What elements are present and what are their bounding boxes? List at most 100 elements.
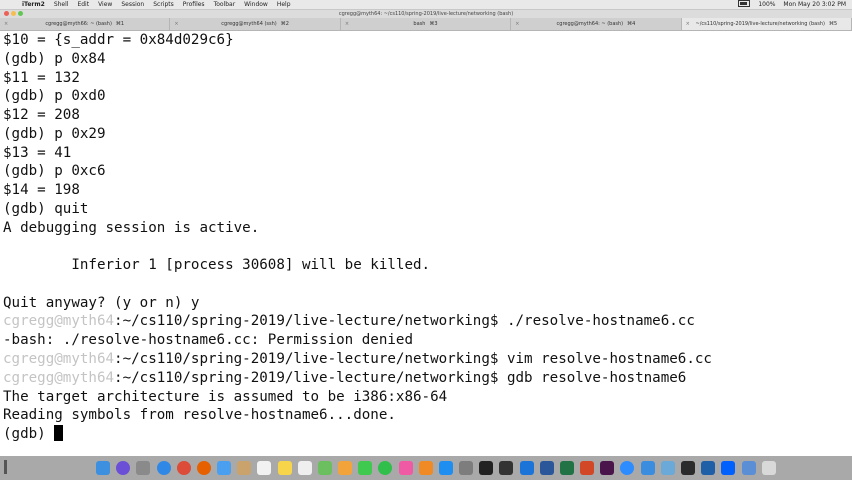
close-window-button[interactable] xyxy=(4,11,9,16)
menu-item-shell[interactable]: Shell xyxy=(54,1,69,8)
line-text: (gdb) p 0x29 xyxy=(3,125,106,142)
menu-clock[interactable]: Mon May 20 3:02 PM xyxy=(783,1,846,8)
messages-icon[interactable] xyxy=(358,461,373,475)
line-text: $14 = 198 xyxy=(3,182,80,199)
close-tab-icon[interactable]: × xyxy=(515,18,519,30)
tab-shortcut: ⌘3 xyxy=(429,21,438,27)
tab-label: cgregg@myth64: ~ (bash) xyxy=(556,21,624,27)
tab-label: cgregg@myth66: ~ (bash) xyxy=(45,21,112,27)
siri-icon[interactable] xyxy=(116,461,131,475)
tab-1[interactable]: × cgregg@myth66: ~ (bash) ⌘1 xyxy=(0,18,171,30)
app-store-icon[interactable] xyxy=(438,461,453,475)
line-text: $13 = 41 xyxy=(3,144,72,161)
launchpad-icon[interactable] xyxy=(136,461,151,475)
calendar-icon[interactable] xyxy=(257,461,272,475)
menu-item-edit[interactable]: Edit xyxy=(77,1,89,8)
terminal-icon[interactable] xyxy=(479,461,494,475)
dropbox-icon[interactable] xyxy=(721,461,736,475)
ibooks-icon[interactable] xyxy=(418,461,433,475)
zoom-icon[interactable] xyxy=(620,461,635,475)
maps-icon[interactable] xyxy=(317,461,332,475)
menu-item-session[interactable]: Session xyxy=(121,1,144,8)
shell-prompt-line: cgregg@myth64:~/cs110/spring-2019/live-l… xyxy=(3,369,712,388)
close-tab-icon[interactable]: × xyxy=(686,18,690,30)
downloads-icon[interactable] xyxy=(741,461,756,475)
menu-item-profiles[interactable]: Profiles xyxy=(183,1,205,8)
slack-icon[interactable] xyxy=(600,461,615,475)
activity-monitor-icon[interactable] xyxy=(680,461,695,475)
tab-3[interactable]: × bash ⌘3 xyxy=(341,18,512,30)
notes-icon[interactable] xyxy=(277,461,292,475)
line-text: $12 = 208 xyxy=(3,107,80,124)
output-line: $13 = 41 xyxy=(3,144,712,163)
output-line: $11 = 132 xyxy=(3,69,712,88)
command-text: ./resolve-hostname6.cc xyxy=(506,313,695,330)
mail-icon[interactable] xyxy=(217,461,232,475)
menu-item-help[interactable]: Help xyxy=(277,1,291,8)
output-line: -bash: ./resolve-hostname6.cc: Permissio… xyxy=(3,331,712,350)
output-line: Reading symbols from resolve-hostname6..… xyxy=(3,406,712,425)
menu-item-toolbar[interactable]: Toolbar xyxy=(214,1,236,8)
output-line: Quit anyway? (y or n) y xyxy=(3,294,712,313)
preview-icon[interactable] xyxy=(660,461,675,475)
powerpoint-icon[interactable] xyxy=(580,461,595,475)
output-line: A debugging session is active. xyxy=(3,219,712,238)
excel-icon[interactable] xyxy=(559,461,574,475)
minimize-window-button[interactable] xyxy=(11,11,16,16)
line-text: Reading symbols from resolve-hostname6..… xyxy=(3,407,396,424)
system-preferences-icon[interactable] xyxy=(459,461,474,475)
tab-label: bash xyxy=(413,21,426,27)
line-text: Inferior 1 [process 30608] will be kille… xyxy=(3,257,431,274)
tab-2[interactable]: × cgregg@myth64 (ssh) ⌘2 xyxy=(170,18,341,30)
output-line: $12 = 208 xyxy=(3,106,712,125)
trash-icon[interactable] xyxy=(761,461,776,475)
finder-icon[interactable] xyxy=(96,461,110,475)
facetime-icon[interactable] xyxy=(378,461,393,475)
word-icon[interactable] xyxy=(539,461,554,475)
line-text: -bash: ./resolve-hostname6.cc: Permissio… xyxy=(3,332,413,349)
shell-prompt-line: cgregg@myth64:~/cs110/spring-2019/live-l… xyxy=(3,350,712,369)
tab-4[interactable]: × cgregg@myth64: ~ (bash) ⌘4 xyxy=(511,18,682,30)
chrome-icon[interactable] xyxy=(176,461,191,475)
window-title: cgregg@myth64: ~/cs110/spring-2019/live-… xyxy=(338,11,514,17)
menu-item-window[interactable]: Window xyxy=(244,1,268,8)
gdb-input-line: (gdb) xyxy=(3,425,712,444)
menu-item-view[interactable]: View xyxy=(98,1,112,8)
itunes-icon[interactable] xyxy=(398,461,413,475)
close-tab-icon[interactable]: × xyxy=(4,18,8,30)
prompt-user: cgregg@myth64 xyxy=(3,369,115,386)
battery-icon[interactable] xyxy=(738,0,751,8)
line-text: The target architecture is assumed to be… xyxy=(3,388,448,405)
line-text: (gdb) xyxy=(3,426,55,443)
command-text: vim resolve-hostname6.cc xyxy=(506,351,712,368)
dock-separator xyxy=(4,460,7,474)
zoom-window-button[interactable] xyxy=(18,11,23,16)
prompt-path: :~/cs110/spring-2019/live-lecture/networ… xyxy=(114,351,507,368)
tab-bar: × cgregg@myth66: ~ (bash) ⌘1 × cgregg@myth64… xyxy=(0,18,852,31)
shell-prompt-line: cgregg@myth64:~/cs110/spring-2019/live-l… xyxy=(3,312,712,331)
contacts-icon[interactable] xyxy=(237,461,252,475)
menu-item-iterm2[interactable]: iTerm2 xyxy=(22,1,45,8)
output-line: (gdb) p 0x29 xyxy=(3,125,712,144)
firefox-icon[interactable] xyxy=(196,461,211,475)
terminal-cursor[interactable] xyxy=(54,425,64,442)
safari-icon[interactable] xyxy=(156,461,171,475)
line-text: A debugging session is active. xyxy=(3,219,260,236)
output-line: (gdb) p 0xd0 xyxy=(3,87,712,106)
iterm-icon[interactable] xyxy=(499,461,514,475)
tab-label: cgregg@myth64 (ssh) xyxy=(221,21,277,27)
output-line: $14 = 198 xyxy=(3,181,712,200)
menu-item-scripts[interactable]: Scripts xyxy=(153,1,174,8)
close-tab-icon[interactable]: × xyxy=(345,18,349,30)
reminders-icon[interactable] xyxy=(297,461,312,475)
keynote-icon[interactable] xyxy=(640,461,655,475)
dock xyxy=(0,456,852,480)
line-text: (gdb) p 0xc6 xyxy=(3,163,106,180)
xcode-icon[interactable] xyxy=(519,461,534,475)
tab-5[interactable]: × ~/cs110/spring-2019/live-lecture/networ… xyxy=(681,18,852,30)
close-tab-icon[interactable]: × xyxy=(174,18,178,30)
terminal-pane[interactable]: $10 = {s_addr = 0x84d029c6} (gdb) p 0x84 $… xyxy=(0,31,852,454)
quicktime-icon[interactable] xyxy=(701,461,716,475)
dock-icons xyxy=(96,458,776,478)
photos-icon[interactable] xyxy=(338,461,353,475)
